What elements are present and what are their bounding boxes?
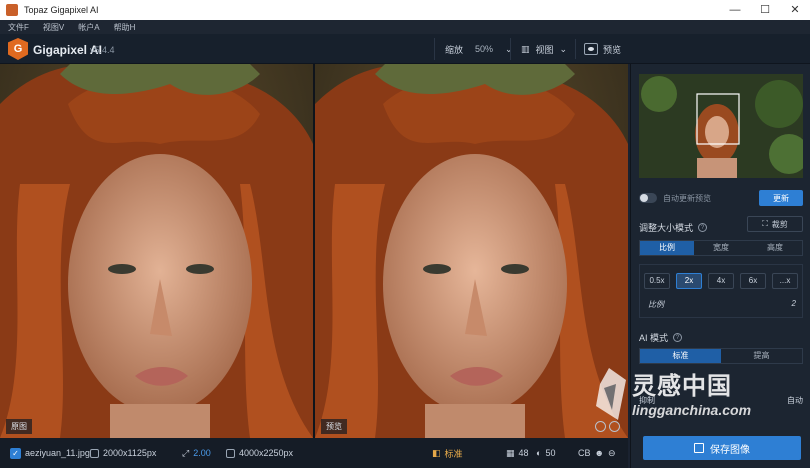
checkbox-icon[interactable]: ✓ [10,447,21,459]
original-image-pane[interactable]: 原图 [0,64,313,438]
chevron-down-icon: ⌄ [559,43,568,54]
ai-mode-heading: AI 模式 ? [639,331,683,344]
preview-toggle-button[interactable]: 预览 [575,39,621,59]
mode-label: 标准 [444,448,463,459]
crop-label: 裁剪 [771,219,788,229]
tab-enhance[interactable]: 提高 [721,349,802,363]
ai-mode-title: AI 模式 [639,333,669,343]
window-title: Topaz Gigapixel AI [24,5,99,15]
close-button[interactable]: ✕ [780,0,810,20]
preview-label: 预览 [603,44,622,55]
portrait-image [315,64,628,438]
original-size: 2000x1125px [103,448,157,458]
menu-account[interactable]: 帐户A [78,22,99,33]
mode-icon: ◧ [432,447,441,458]
view-label: 视图 [535,44,554,55]
scale-2x-button[interactable]: 2x [676,273,702,289]
maximize-button[interactable]: ☐ [750,0,780,20]
menu-file[interactable]: 文件F [8,22,29,33]
tab-standard[interactable]: 标准 [640,349,721,363]
resize-mode-tabs: 比例 宽度 高度 [639,240,803,256]
navigator-image [639,74,803,178]
scale-6x-button[interactable]: 6x [740,273,766,289]
scale-4x-button[interactable]: 4x [708,273,734,289]
ai-mode-tabs: 标准 提高 [639,348,803,364]
resize-mode-title: 调整大小模式 [639,223,694,233]
eye-icon [584,43,598,55]
scale-value: 2.00 [193,448,211,458]
ratio-value[interactable]: 2 [792,299,796,310]
minimize-button[interactable]: — [720,0,750,20]
noise-auto-label[interactable]: 自动 [787,395,803,406]
scale-custom-button[interactable]: ...x [772,273,798,289]
crop-button[interactable]: ⛶ 裁剪 [747,216,803,232]
scale-options-box: 0.5x 2x 4x 6x ...x 比例 2 [639,264,803,318]
status-bar: ✓ aeziyuan_11.jpg 2000x1125px ⤢ 2.00 400… [0,438,628,468]
image-icon [90,448,99,458]
noise-icon: ▦ [506,447,515,458]
ratio-label: 比例 [648,300,664,309]
blur-icon: ◐ [536,448,542,458]
settings-sidebar: 自动更新预览 更新 调整大小模式 ? ⛶ 裁剪 比例 宽度 高度 0.5x 2x… [630,64,810,468]
help-icon[interactable]: ? [698,223,708,232]
compare-icon[interactable] [609,421,620,432]
menu-view[interactable]: 视图V [43,22,64,33]
resize-mode-heading: 调整大小模式 ? [639,221,708,234]
face-icon: ☻ [594,448,604,458]
scale-icon: ⤢ [182,447,190,458]
app-logo: G [8,38,28,60]
navigator-thumbnail[interactable] [639,74,803,178]
noise-value: 48 [518,448,529,458]
crop-icon: ⛶ [762,219,768,228]
scale-0-5x-button[interactable]: 0.5x [644,273,670,289]
auto-preview-label: 自动更新预览 [663,193,711,203]
app-header: G Gigapixel AI v5.4.4 缩放 50% ⌄ ▥ 视图 ⌄ 预览 [0,34,810,64]
update-button[interactable]: 更新 [759,190,803,206]
save-label: 保存图像 [710,444,750,456]
output-size: 4000x2250px [239,448,294,458]
remove-icon[interactable]: ⊖ [608,448,616,459]
info-icon[interactable] [595,421,606,432]
split-view-icon: ▥ [521,43,530,54]
auto-preview-toggle[interactable] [639,193,657,203]
zoom-value[interactable]: 50% [475,44,493,54]
cb-label: CB [578,448,591,458]
blur-value: 50 [545,448,556,458]
menu-help[interactable]: 帮助H [114,22,136,33]
title-bar: Topaz Gigapixel AI — ☐ ✕ [0,0,810,20]
save-icon [694,443,704,453]
tab-scale[interactable]: 比例 [640,241,694,255]
zoom-label: 缩放 [445,44,464,55]
tab-width[interactable]: 宽度 [694,241,748,255]
save-image-button[interactable]: 保存图像 [643,436,801,460]
auto-preview-row: 自动更新预览 更新 [639,190,803,206]
noise-row: 抑制 自动 [639,394,803,406]
preview-image-pane[interactable]: 预览 [315,64,628,438]
app-icon [6,4,18,16]
zoom-control[interactable]: 缩放 50% ⌄ [434,38,513,60]
noise-label: 抑制 [639,395,655,405]
version-label: v5.4.4 [90,45,115,55]
view-control[interactable]: ▥ 视图 ⌄ [510,38,567,60]
output-image-icon [226,448,235,458]
help-icon[interactable]: ? [673,333,683,342]
original-label: 原图 [6,419,32,434]
preview-pane-label: 预览 [321,419,347,434]
file-name: aeziyuan_11.jpg [25,448,90,458]
portrait-image [0,64,313,438]
menu-bar: 文件F 视图V 帐户A 帮助H [0,20,810,34]
tab-height[interactable]: 高度 [748,241,802,255]
